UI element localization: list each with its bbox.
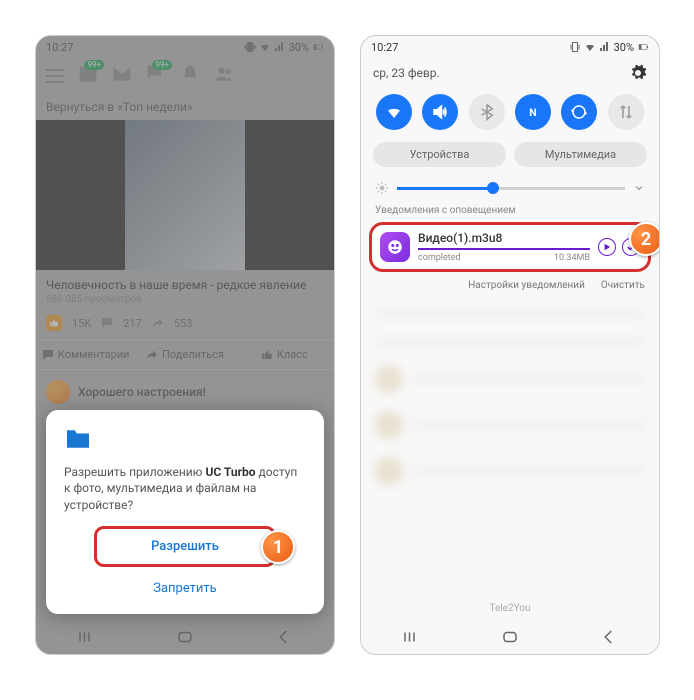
carrier-label: Tele2You [361, 603, 659, 614]
blurred-background [361, 299, 659, 495]
notification-body: Видео(1).m3u8 completed 10.34MB [418, 231, 590, 263]
phone-left-screen: 10:27 30% 99+ 99+ Вернуться в «Топ недел… [35, 35, 335, 655]
status-right: 30% [569, 41, 649, 54]
back-button[interactable] [275, 628, 293, 646]
bluetooth-toggle[interactable] [469, 94, 505, 130]
sun-icon [375, 181, 389, 195]
nav-bar [361, 620, 659, 654]
panel-header: ср, 23 февр. [361, 58, 659, 88]
vibrate-icon [569, 41, 581, 53]
allow-button[interactable]: Разрешить [97, 529, 273, 564]
permission-dialog: Разрешить приложению UC Turbo доступ к ф… [46, 410, 324, 614]
quick-toggles: N [361, 88, 659, 136]
notification-status: completed [418, 253, 461, 263]
callout-2: 2 [629, 222, 660, 256]
home-button[interactable] [176, 628, 194, 646]
status-time: 10:27 [371, 41, 398, 54]
allow-highlight: Разрешить [94, 526, 276, 567]
gear-icon[interactable] [629, 64, 647, 82]
recents-button[interactable] [402, 628, 420, 646]
folder-icon [64, 428, 92, 450]
section-label: Уведомления с оповещением [361, 203, 659, 218]
panel-date: ср, 23 февр. [373, 66, 440, 80]
progress-bar [418, 248, 590, 250]
rotate-toggle[interactable] [561, 94, 597, 130]
nfc-toggle[interactable]: N [515, 94, 551, 130]
play-icon[interactable] [598, 238, 616, 256]
back-button[interactable] [600, 628, 618, 646]
brightness-slider[interactable] [361, 173, 659, 203]
phone-right-screen: 10:27 30% ср, 23 февр. N Устройства Муль… [360, 35, 660, 655]
data-toggle[interactable] [608, 94, 644, 130]
notification-footer: Настройки уведомлений Очистить [361, 276, 659, 299]
media-chip[interactable]: Мультимедиа [514, 142, 647, 167]
chevron-down-icon[interactable] [633, 182, 645, 194]
deny-button[interactable]: Запретить [64, 571, 306, 606]
notification-title: Видео(1).m3u8 [418, 231, 590, 245]
status-battery: 30% [614, 41, 634, 54]
wifi-toggle[interactable] [376, 94, 412, 130]
permission-message: Разрешить приложению UC Turbo доступ к ф… [64, 464, 306, 514]
download-notification[interactable]: Видео(1).m3u8 completed 10.34MB [369, 222, 651, 272]
wifi-icon [584, 41, 596, 53]
uc-icon [380, 232, 410, 262]
battery-icon [637, 41, 649, 53]
status-bar: 10:27 30% [361, 36, 659, 58]
devices-chip[interactable]: Устройства [373, 142, 506, 167]
signal-icon [599, 41, 611, 53]
callout-1: 1 [261, 530, 295, 564]
nav-bar [36, 620, 334, 654]
svg-text:N: N [529, 106, 536, 119]
notification-size: 10.34MB [554, 253, 590, 263]
home-button[interactable] [501, 628, 519, 646]
sound-toggle[interactable] [422, 94, 458, 130]
recents-button[interactable] [77, 628, 95, 646]
clear-link[interactable]: Очистить [601, 280, 645, 291]
notification-settings-link[interactable]: Настройки уведомлений [468, 280, 585, 291]
chips-row: Устройства Мультимедиа [361, 136, 659, 173]
